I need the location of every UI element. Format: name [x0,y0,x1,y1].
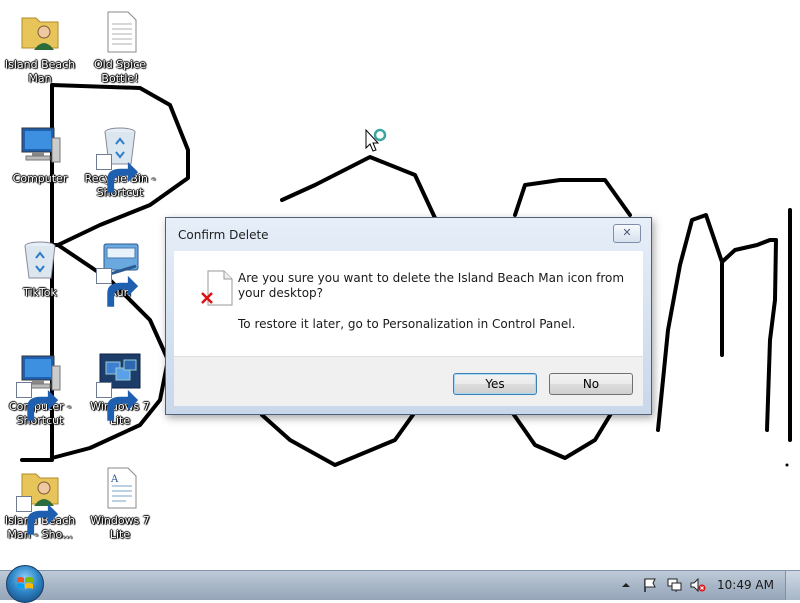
desktop-icon-computer-shortcut[interactable]: Computer - Shortcut [0,350,80,428]
notification-area: 10:49 AM [600,571,800,601]
start-button[interactable] [6,565,44,603]
desktop-icon-label: TikTok [23,286,57,299]
shortcut-arrow-icon [96,154,139,193]
shortcut-arrow-icon [16,382,59,421]
desktop-icon-recycle-bin-shortcut[interactable]: Recycle Bin - Shortcut [80,122,160,200]
taskbar: 10:49 AM [0,565,800,603]
yes-button[interactable]: Yes [453,373,537,395]
windows-icon [96,350,144,421]
volume-muted-icon[interactable] [690,577,706,593]
dialog-button-bar: Yes No [174,356,643,406]
mouse-cursor-busy-icon [365,128,387,152]
taskbar-clock[interactable]: 10:49 AM [717,578,774,592]
drawing-letter-m [656,208,792,442]
desktop-icon-island-beach-man-shortcut[interactable]: Island Beach Man - Sho... [0,464,80,542]
dialog-title: Confirm Delete [178,228,269,242]
shortcut-arrow-icon [96,382,139,421]
document-icon: A [96,464,144,512]
text-document-icon [96,8,144,56]
shortcut-arrow-icon [16,496,59,535]
computer-icon [16,122,64,170]
action-center-flag-icon[interactable] [642,577,658,593]
desktop-icon-windows-7-lite-shortcut[interactable]: Windows 7 Lite [80,350,160,428]
desktop-icon-old-spice-bottle[interactable]: Old Spice Bottle! [80,8,160,86]
dialog-message: Are you sure you want to delete the Isla… [238,271,625,300]
drawing-dot [785,463,789,467]
no-button[interactable]: No [549,373,633,395]
dialog-titlebar[interactable]: Confirm Delete ✕ [166,218,651,251]
dialog-body: Are you sure you want to delete the Isla… [174,251,643,356]
user-folder-icon [16,8,64,56]
svg-text:A: A [110,474,119,485]
desktop-icon-label: Computer [12,172,68,185]
desktop-icon-label: Windows 7 Lite [90,514,150,541]
show-hidden-icons-chevron-icon[interactable] [618,577,634,593]
shortcut-arrow-icon [96,268,139,307]
desktop-icon-tiktok[interactable]: TikTok [0,236,80,300]
computer-icon [16,350,64,421]
recycle-bin-icon [16,236,64,284]
desktop-icon-label: Old Spice Bottle! [93,58,147,85]
close-button[interactable]: ✕ [613,224,641,243]
confirm-delete-dialog: Confirm Delete ✕ Are you sure you want t… [165,217,652,415]
windows-logo-icon [17,577,33,589]
show-desktop-button[interactable] [785,571,800,600]
close-icon: ✕ [622,226,632,239]
desktop-icon-computer[interactable]: Computer [0,122,80,186]
deleted-file-icon [200,269,236,307]
desktop-icon-island-beach-man[interactable]: Island Beach Man [0,8,80,86]
network-icon[interactable] [666,577,682,593]
dialog-hint: To restore it later, go to Personalizati… [238,317,576,331]
desktop-icon-windows-7-lite[interactable]: A Windows 7 Lite [80,464,160,542]
run-icon [96,236,144,307]
recycle-bin-icon [96,122,144,193]
user-folder-icon [16,464,64,535]
desktop-icon-run[interactable]: Run [80,236,160,307]
desktop-icon-label: Island Beach Man [4,58,76,85]
